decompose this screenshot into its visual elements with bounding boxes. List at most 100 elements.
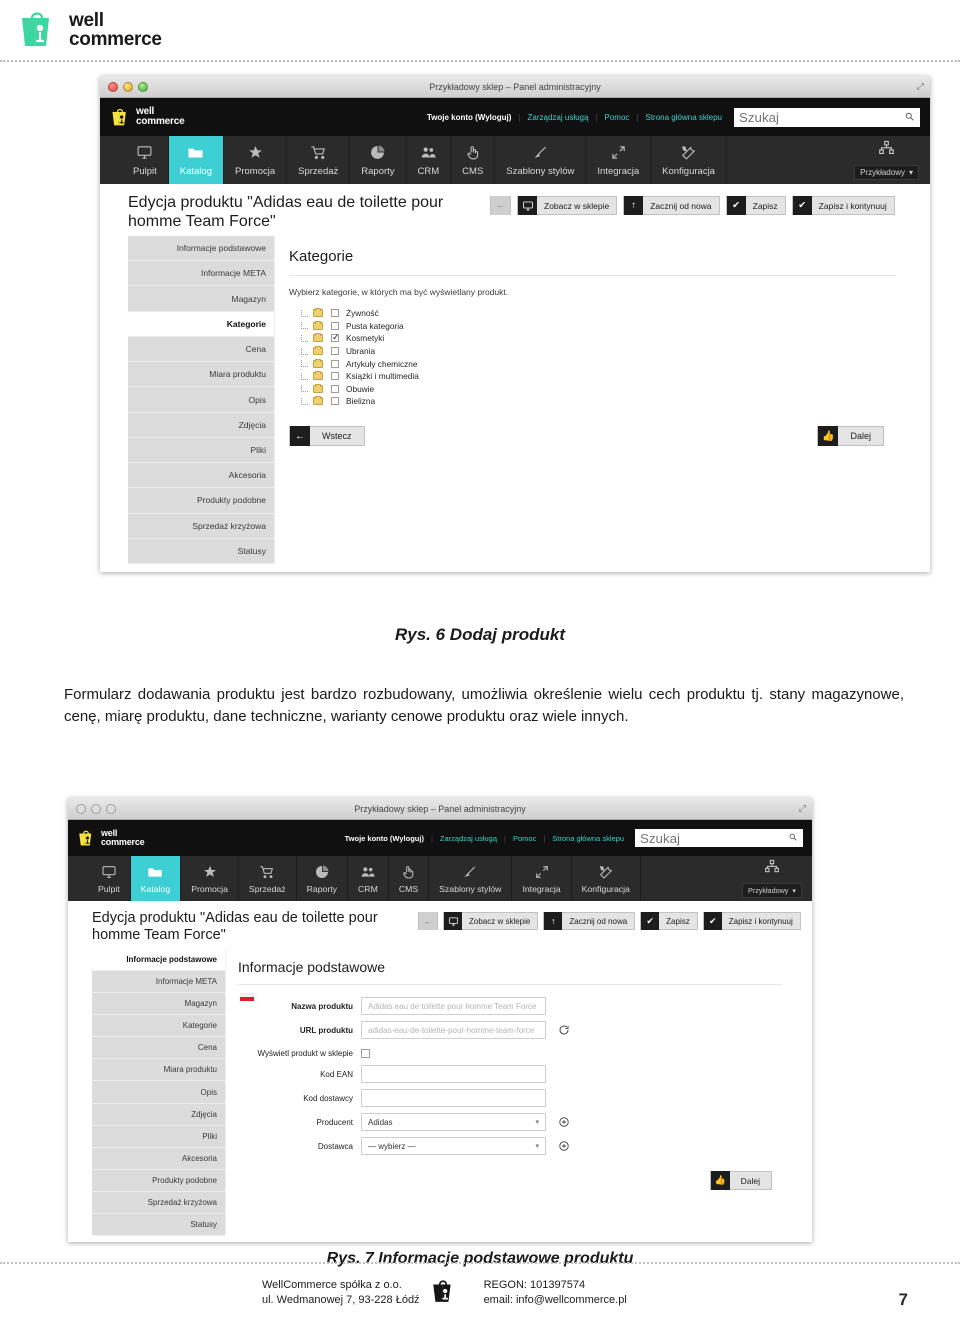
nav-item-katalog[interactable]: Katalog xyxy=(130,856,182,901)
category-tree-row[interactable]: Bielizna xyxy=(301,395,910,408)
action-button-zapisz[interactable]: ✔ Zapisz xyxy=(640,912,698,930)
nav-item-crm[interactable]: CRM xyxy=(407,136,452,184)
select-producent[interactable]: Adidas ▾ xyxy=(361,1113,546,1131)
sidebar-item-opis[interactable]: Opis xyxy=(128,387,274,413)
shop-selector-pill[interactable]: Przykładowy ▾ xyxy=(742,883,802,898)
input-url-produktu[interactable]: adidas-eau-de-toilette-pour-homme-team-f… xyxy=(361,1021,546,1039)
category-checkbox[interactable] xyxy=(331,397,339,406)
nav-item-sprzeda[interactable]: Sprzedaż xyxy=(287,136,351,184)
category-tree-row[interactable]: Artykuły chemiczne xyxy=(301,357,910,370)
action-button-zobacz-w-sklepie[interactable]: Zobacz w sklepie xyxy=(517,196,618,215)
nav-item-szablony-styl-w[interactable]: Szablony stylów xyxy=(495,136,587,184)
nav-item-katalog[interactable]: Katalog xyxy=(168,136,224,184)
category-checkbox[interactable] xyxy=(331,309,339,318)
sidebar-item-kategorie[interactable]: Kategorie xyxy=(128,311,274,337)
sidebar-item-informacje-podstawowe[interactable]: Informacje podstawowe xyxy=(128,236,274,262)
sidebar-item-informacje-meta[interactable]: Informacje META xyxy=(92,971,225,994)
nav-item-cms[interactable]: CMS xyxy=(451,136,496,184)
nav-item-promocja[interactable]: Promocja xyxy=(181,856,239,901)
shop-homepage-link[interactable]: Strona główna sklepu xyxy=(646,113,723,122)
nav-item-raporty[interactable]: Raporty xyxy=(350,136,407,184)
account-link[interactable]: Twoje konto (Wyloguj) xyxy=(345,834,424,843)
select-dostawca[interactable]: — wybierz — ▾ xyxy=(361,1137,546,1155)
search-input[interactable] xyxy=(739,107,900,127)
help-link[interactable]: Pomoc xyxy=(605,113,630,122)
help-link[interactable]: Pomoc xyxy=(513,834,536,843)
sidebar-item-zdj-cia[interactable]: Zdjęcia xyxy=(128,412,274,438)
account-link[interactable]: Twoje konto (Wyloguj) xyxy=(427,113,512,122)
category-checkbox[interactable] xyxy=(331,333,340,343)
category-tree-row[interactable]: Pusta kategoria xyxy=(301,320,910,333)
search-icon[interactable] xyxy=(905,112,914,123)
sidebar-item-akcesoria[interactable]: Akcesoria xyxy=(128,463,274,489)
search-box[interactable] xyxy=(734,107,920,127)
sidebar-item-sprzeda-krzy-owa[interactable]: Sprzedaż krzyżowa xyxy=(92,1191,225,1214)
nav-item-pulpit[interactable]: Pulpit xyxy=(122,136,169,184)
sidebar-item-cena[interactable]: Cena xyxy=(92,1037,225,1060)
action-button-zacznij-od-nowa[interactable]: ↑ Zacznij od nowa xyxy=(543,912,636,930)
input-kod-ean[interactable] xyxy=(361,1065,546,1083)
shop-homepage-link[interactable]: Strona główna sklepu xyxy=(552,834,624,843)
manage-service-link[interactable]: Zarządzaj usługą xyxy=(528,113,589,122)
search-icon[interactable] xyxy=(789,833,797,843)
sidebar-item-statusy[interactable]: Statusy xyxy=(128,538,274,565)
checkbox-wyswietl-produkt-w-sklepie[interactable] xyxy=(361,1049,370,1058)
category-tree-row[interactable]: Ubrania xyxy=(301,345,910,358)
next-button[interactable]: 👍 Dalej xyxy=(817,426,884,446)
admin-logo[interactable]: well commerce xyxy=(77,828,145,848)
action-button-zapisz[interactable]: ✔ Zapisz xyxy=(725,196,786,215)
sidebar-item-magazyn[interactable]: Magazyn xyxy=(128,286,274,312)
sidebar-item-informacje-meta[interactable]: Informacje META xyxy=(128,261,274,287)
input-kod-dostawcy[interactable] xyxy=(361,1089,546,1107)
nav-item-pulpit[interactable]: Pulpit xyxy=(88,856,131,901)
sidebar-item-miara-produktu[interactable]: Miara produktu xyxy=(128,362,274,388)
input-nazwa-produktu[interactable]: Adidas eau de toilette pour homme Team F… xyxy=(361,997,546,1015)
nav-item-integracja[interactable]: Integracja xyxy=(586,136,652,184)
sidebar-item-produkty-podobne[interactable]: Produkty podobne xyxy=(92,1169,225,1192)
sidebar-item-miara-produktu[interactable]: Miara produktu xyxy=(92,1059,225,1082)
refresh-icon[interactable] xyxy=(558,1024,570,1036)
category-checkbox[interactable] xyxy=(331,384,339,393)
category-checkbox[interactable] xyxy=(331,321,339,330)
category-tree-row[interactable]: Obuwie xyxy=(301,383,910,396)
shop-selector[interactable]: Przykładowy ▾ xyxy=(843,136,930,184)
plus-circle-icon[interactable] xyxy=(558,1116,570,1128)
action-button-zacznij-od-nowa[interactable]: ↑ Zacznij od nowa xyxy=(623,196,720,215)
sidebar-item-informacje-podstawowe[interactable]: Informacje podstawowe xyxy=(92,949,225,972)
category-tree-row[interactable]: Książki i multimedia xyxy=(301,370,910,383)
plus-circle-icon[interactable] xyxy=(558,1140,570,1152)
sidebar-item-pliki[interactable]: Pliki xyxy=(128,437,274,464)
action-button-back[interactable]: ← xyxy=(418,912,438,930)
category-checkbox[interactable] xyxy=(331,359,339,368)
action-button-zapisz-i-kontynuuj[interactable]: ✔ Zapisz i kontynuuj xyxy=(702,912,801,930)
search-input[interactable] xyxy=(640,829,785,847)
sidebar-item-zdj-cia[interactable]: Zdjęcia xyxy=(92,1103,225,1126)
sidebar-item-magazyn[interactable]: Magazyn xyxy=(92,993,225,1016)
sidebar-item-opis[interactable]: Opis xyxy=(92,1081,225,1104)
back-button[interactable]: ← Wstecz xyxy=(289,426,365,446)
nav-item-integracja[interactable]: Integracja xyxy=(512,856,572,901)
sidebar-item-cena[interactable]: Cena xyxy=(128,336,274,363)
action-button-zobacz-w-sklepie[interactable]: Zobacz w sklepie xyxy=(443,912,539,930)
sidebar-item-kategorie[interactable]: Kategorie xyxy=(92,1015,225,1038)
sidebar-item-sprzeda-krzy-owa[interactable]: Sprzedaż krzyżowa xyxy=(128,513,274,539)
nav-item-cms[interactable]: CMS xyxy=(389,856,430,901)
shop-selector[interactable]: Przykładowy ▾ xyxy=(732,856,812,901)
category-tree-row[interactable]: Kosmetyki xyxy=(301,332,910,345)
resize-icon[interactable]: ⤢ xyxy=(917,81,924,92)
category-tree-row[interactable]: Żywność xyxy=(301,307,910,320)
admin-logo[interactable]: well commerce xyxy=(110,106,185,128)
category-checkbox[interactable] xyxy=(331,347,339,356)
next-button[interactable]: 👍 Dalej xyxy=(709,1171,772,1190)
action-button-back[interactable]: ← xyxy=(490,196,511,215)
sidebar-item-pliki[interactable]: Pliki xyxy=(92,1125,225,1148)
nav-item-crm[interactable]: CRM xyxy=(348,856,389,901)
sidebar-item-statusy[interactable]: Statusy xyxy=(92,1213,225,1237)
nav-item-raporty[interactable]: Raporty xyxy=(297,856,349,901)
search-box[interactable] xyxy=(635,829,803,847)
category-checkbox[interactable] xyxy=(331,372,339,381)
nav-item-promocja[interactable]: Promocja xyxy=(224,136,288,184)
manage-service-link[interactable]: Zarządzaj usługą xyxy=(440,834,497,843)
sidebar-item-akcesoria[interactable]: Akcesoria xyxy=(92,1147,225,1170)
shop-selector-pill[interactable]: Przykładowy ▾ xyxy=(854,165,919,180)
